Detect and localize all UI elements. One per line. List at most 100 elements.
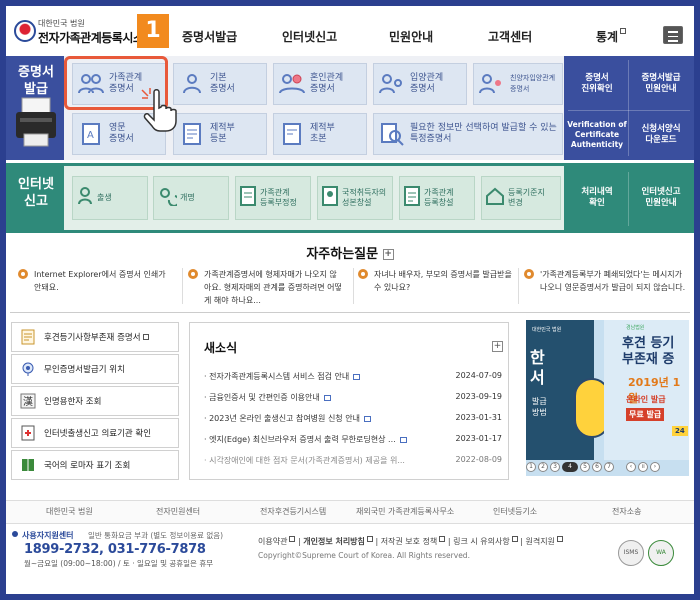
- footer-link[interactable]: 대한민국 법원: [46, 506, 93, 517]
- footer-link[interactable]: 전자소송: [612, 506, 641, 517]
- book-icon: [22, 459, 34, 471]
- footer-link[interactable]: 전자민원센터: [156, 506, 200, 517]
- card-birth[interactable]: 출생: [72, 176, 148, 220]
- new-icon: [363, 415, 371, 422]
- faq-item[interactable]: Internet Explorer에서 증명서 인쇄가 안돼요.: [18, 268, 174, 294]
- quicklink-hospital[interactable]: 인터넷출생신고 의료기관 확인: [11, 418, 179, 448]
- news-item[interactable]: · 시각장애인에 대한 점자 문서(가족관계증명서) 제공을 위... 2022-…: [204, 455, 502, 466]
- card-specific-certificate[interactable]: 필요한 정보만 선택하여 발급할 수 있는 특정증명서: [373, 113, 563, 155]
- banner-pager: 1 2 3 4 5 6 7 ‹ ॥ ›: [526, 460, 689, 474]
- quicklink-guardianship[interactable]: 후견등기사항부존재 증명서: [11, 322, 179, 352]
- nav-internet-report[interactable]: 인터넷신고: [282, 28, 337, 45]
- register-copy-icon: [178, 121, 206, 147]
- pager-dot[interactable]: 1: [526, 462, 536, 472]
- external-link-icon: [439, 536, 446, 542]
- news-item[interactable]: · 엣지(Edge) 최신브라우저 증명서 출력 무한로딩현상 ... 2023-…: [204, 434, 502, 445]
- card-basic[interactable]: 기본 증명서: [173, 63, 267, 105]
- card-register-copy[interactable]: 제적부 등본: [173, 113, 267, 155]
- create-register-icon: [403, 185, 421, 211]
- pager-dot[interactable]: 5: [580, 462, 590, 472]
- house-icon: [485, 186, 505, 210]
- footer-link[interactable]: 인터넷등기소: [493, 506, 537, 517]
- card-nationality[interactable]: 국적취득자의 성본창설: [317, 176, 393, 220]
- card-label: 영문 증명서: [109, 123, 134, 144]
- nav-statistics[interactable]: 통계: [596, 28, 627, 45]
- pager-dot[interactable]: 3: [550, 462, 560, 472]
- link-process-history[interactable]: 처리내역 확인: [566, 168, 628, 228]
- link-verification-en[interactable]: Verification of Certificate Authenticity: [566, 111, 628, 159]
- faq-item[interactable]: 자녀나 배우자, 부모의 증명서를 발급받을 수 있나요?: [358, 268, 514, 294]
- link-verify-certificate[interactable]: 증명서 진위확인: [566, 58, 628, 110]
- news-item[interactable]: · 금융인증서 및 간편인증 이용안내 2023-09-19: [204, 392, 502, 403]
- policy-link-notice[interactable]: 링크 시 유의사항: [453, 537, 510, 546]
- isms-seal-icon[interactable]: ISMS: [618, 540, 644, 566]
- nav-civil-guide[interactable]: 민원안내: [389, 28, 433, 45]
- divider: [182, 268, 183, 304]
- card-marriage[interactable]: 혼인관계 증명서: [273, 63, 367, 105]
- nav-certificates[interactable]: 증명서발급: [182, 28, 237, 45]
- question-icon: [18, 269, 28, 279]
- couple-icon: [278, 71, 306, 97]
- correction-icon: [239, 185, 257, 211]
- news-item-date: 2023-01-17: [455, 434, 503, 443]
- card-register-extract[interactable]: 제적부 초본: [273, 113, 367, 155]
- footer-links-bar: [6, 500, 694, 524]
- card-label: 제적부 초본: [310, 123, 335, 144]
- quicklink-kiosk-location[interactable]: 무인증명서발급기 위치: [11, 354, 179, 384]
- promo-banner[interactable]: 대한민국 법원 한 서 발급 방법 경남법원 후견 등기 부존재 증 2019년…: [526, 320, 689, 476]
- magnifier-doc-icon: [378, 121, 406, 147]
- pager-dot[interactable]: 6: [592, 462, 602, 472]
- quicklink-hanja[interactable]: 漢 인명용한자 조회: [11, 386, 179, 416]
- court-emblem-icon[interactable]: [14, 20, 36, 42]
- news-more-button[interactable]: +: [492, 341, 503, 352]
- faq-item[interactable]: 가족관계증명서에 형제자매가 나오지 않아요. 형제자매의 관계를 증명하려면 …: [188, 268, 344, 307]
- divider: [628, 60, 629, 156]
- banner-right-title: 후견 등기 부존재 증: [622, 336, 675, 367]
- policy-privacy[interactable]: 개인정보 처리방침: [303, 537, 365, 546]
- faq-more-button[interactable]: +: [382, 249, 394, 260]
- faq-item[interactable]: '가족관계등록부가 폐쇄되었다'는 메시지가 나오니 영문증명서가 발급이 되지…: [524, 268, 686, 294]
- link-form-download[interactable]: 신청서양식 다운로드: [629, 111, 693, 159]
- policy-terms[interactable]: 이용약관: [258, 537, 287, 546]
- location-pin-icon: [22, 362, 34, 376]
- card-create-register[interactable]: 가족관계 등록창설: [399, 176, 475, 220]
- nav-customer-center[interactable]: 고객센터: [488, 28, 532, 45]
- external-link-icon: [620, 28, 627, 34]
- nav-statistics-label: 통계: [596, 30, 619, 44]
- card-adoption[interactable]: 입양관계 증명서: [373, 63, 467, 105]
- footer-link[interactable]: 재외국민 가족관계등록사무소: [356, 506, 454, 517]
- pointer-hand-icon: [141, 88, 177, 132]
- prev-arrow-icon[interactable]: ‹: [626, 462, 636, 472]
- card-rename[interactable]: 개명: [153, 176, 229, 220]
- news-title: 새소식: [204, 341, 238, 355]
- support-phone: 1899-2732, 031-776-7878: [24, 542, 206, 557]
- footer-link[interactable]: 전자후견등기시스템: [260, 506, 326, 517]
- news-item[interactable]: · 2023년 온라인 출생신고 참여병원 신청 안내 2023-01-31: [204, 413, 502, 424]
- quicklink-label: 무인증명서발급기 위치: [44, 365, 125, 375]
- next-arrow-icon[interactable]: ›: [650, 462, 660, 472]
- card-change-domicile[interactable]: 등록기준지 변경: [481, 176, 561, 220]
- pager-dot[interactable]: 7: [604, 462, 614, 472]
- pager-dot[interactable]: 2: [538, 462, 548, 472]
- pager-dot-active[interactable]: 4: [562, 462, 578, 472]
- wa-seal-icon[interactable]: WA: [648, 540, 674, 566]
- news-item-title: · 금융인증서 및 간편인증 이용안내: [204, 392, 331, 403]
- news-item-title: · 2023년 온라인 출생신고 참여병원 신청 안내: [204, 413, 371, 424]
- english-doc-icon: A: [77, 121, 105, 147]
- card-child-adoption[interactable]: 친양자입양관계 증명서: [473, 63, 563, 105]
- svg-text:A: A: [87, 130, 94, 141]
- pause-icon[interactable]: ॥: [638, 462, 648, 472]
- policy-remote-support[interactable]: 원격지원: [525, 537, 554, 546]
- link-certificate-guide[interactable]: 증명서발급 민원안내: [629, 58, 693, 110]
- hamburger-menu-button[interactable]: [663, 26, 683, 44]
- policy-copyright[interactable]: 저작권 보호 정책: [381, 537, 438, 546]
- card-correction[interactable]: 가족관계 등록부정정: [235, 176, 311, 220]
- quicklink-romanization[interactable]: 국어의 로마자 표기 조회: [11, 450, 179, 480]
- news-item[interactable]: · 전자가족관계등록시스템 서비스 점검 안내 2024-07-09: [204, 371, 502, 382]
- card-label: 친양자입양관계 증명서: [510, 74, 556, 93]
- person-icon: [178, 71, 206, 97]
- step-badge: 1: [137, 14, 169, 48]
- card-label: 국적취득자의 성본창설: [342, 188, 387, 207]
- link-report-guide[interactable]: 인터넷신고 민원안내: [629, 168, 693, 228]
- register-extract-icon: [278, 121, 306, 147]
